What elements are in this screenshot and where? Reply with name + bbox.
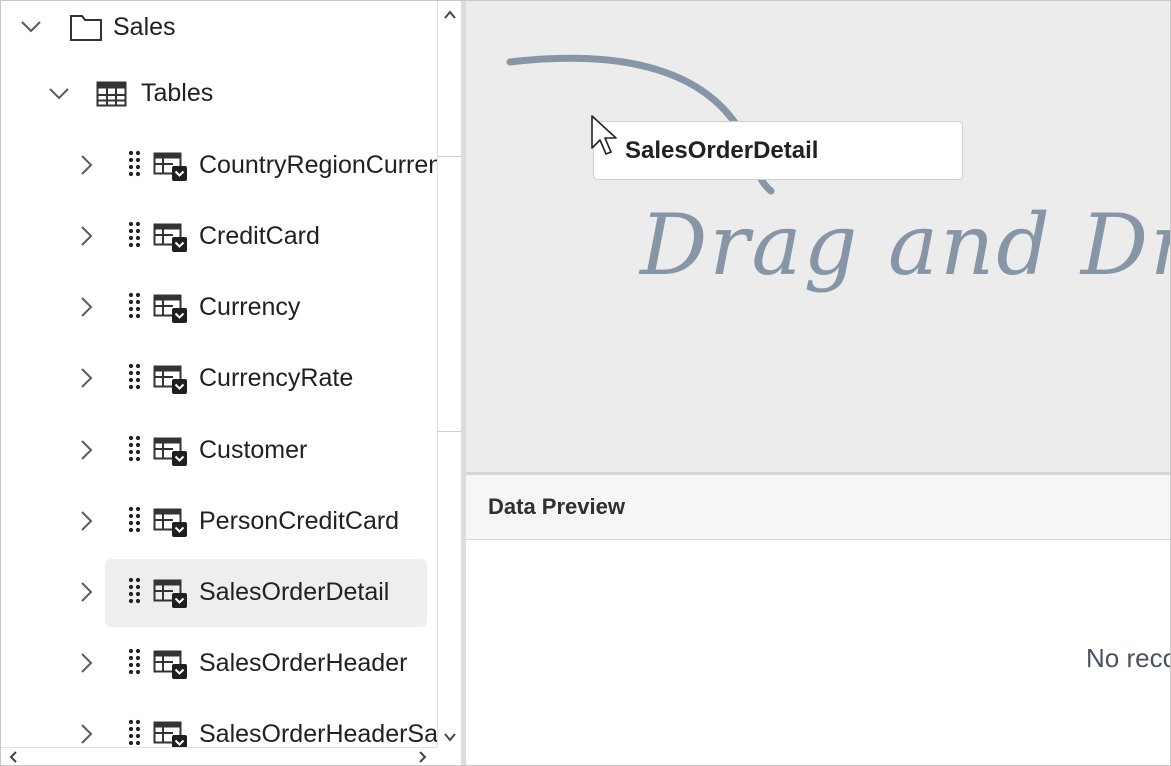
table-view-icon	[153, 292, 187, 326]
chevron-right-icon[interactable]	[73, 294, 99, 320]
scroll-left-icon[interactable]	[7, 750, 21, 764]
tree-item-label[interactable]: CurrencyRate	[199, 348, 353, 408]
data-preview-header: Data Preview	[466, 475, 1170, 540]
drag-handle-icon[interactable]	[128, 506, 142, 534]
chevron-right-icon[interactable]	[73, 365, 99, 391]
table-view-icon	[153, 150, 187, 184]
chevron-down-icon[interactable]	[46, 80, 72, 106]
drag-handle-icon[interactable]	[128, 435, 142, 463]
table-view-icon	[153, 577, 187, 611]
drag-handle-icon[interactable]	[128, 221, 142, 249]
table-view-icon	[153, 363, 187, 397]
no-records-message: No records to display	[1086, 643, 1170, 673]
tree-item-label[interactable]: CreditCard	[199, 206, 320, 266]
tree-horizontal-scrollbar[interactable]	[1, 747, 437, 765]
chevron-right-icon[interactable]	[73, 223, 99, 249]
drag-and-drop-hint: Drag and Drop	[640, 196, 1170, 294]
table-view-icon	[153, 719, 187, 747]
drag-handle-icon[interactable]	[128, 150, 142, 178]
table-grid-icon	[96, 81, 127, 107]
drag-handle-icon[interactable]	[128, 577, 142, 605]
tree-item-label[interactable]: SalesOrderDetail	[199, 562, 389, 622]
tree-group-label[interactable]: Tables	[141, 63, 213, 123]
table-view-icon	[153, 435, 187, 469]
tree-item-label[interactable]: CountryRegionCurrency	[199, 135, 437, 195]
tree-item-label[interactable]: Currency	[199, 277, 300, 337]
tree-vertical-scrollbar[interactable]	[437, 1, 462, 747]
drag-handle-icon[interactable]	[128, 363, 142, 391]
tree-item-label[interactable]: SalesOrderHeaderSalesReason	[199, 704, 437, 748]
tree-item-label[interactable]: Customer	[199, 420, 307, 480]
chevron-down-icon[interactable]	[18, 13, 44, 39]
table-view-icon	[153, 648, 187, 682]
chevron-right-icon[interactable]	[73, 508, 99, 534]
chevron-right-icon[interactable]	[73, 579, 99, 605]
table-view-icon	[153, 506, 187, 540]
drag-handle-icon[interactable]	[128, 292, 142, 320]
chevron-right-icon[interactable]	[73, 721, 99, 747]
tree-item-label[interactable]: PersonCreditCard	[199, 491, 399, 551]
tree-item-label[interactable]: SalesOrderHeader	[199, 633, 407, 693]
drag-ghost-item: SalesOrderDetail	[593, 121, 963, 180]
tree-root-label[interactable]: Sales	[113, 1, 176, 57]
chevron-right-icon[interactable]	[73, 152, 99, 178]
drag-handle-icon[interactable]	[128, 719, 142, 747]
design-canvas[interactable]: Drag and Drop	[466, 1, 1170, 472]
scroll-right-icon[interactable]	[415, 750, 429, 764]
scroll-down-icon[interactable]	[442, 729, 458, 745]
data-preview-body: No records to display	[466, 541, 1170, 765]
scrollbar-thumb[interactable]	[438, 156, 462, 432]
folder-icon	[69, 12, 103, 42]
mouse-cursor-icon	[590, 114, 618, 156]
chevron-right-icon[interactable]	[73, 437, 99, 463]
chevron-right-icon[interactable]	[73, 650, 99, 676]
schema-tree: Sales Tables CountryRegionCurrency Credit…	[1, 1, 437, 747]
scroll-up-icon[interactable]	[442, 7, 458, 23]
table-view-icon	[153, 221, 187, 255]
drag-handle-icon[interactable]	[128, 648, 142, 676]
